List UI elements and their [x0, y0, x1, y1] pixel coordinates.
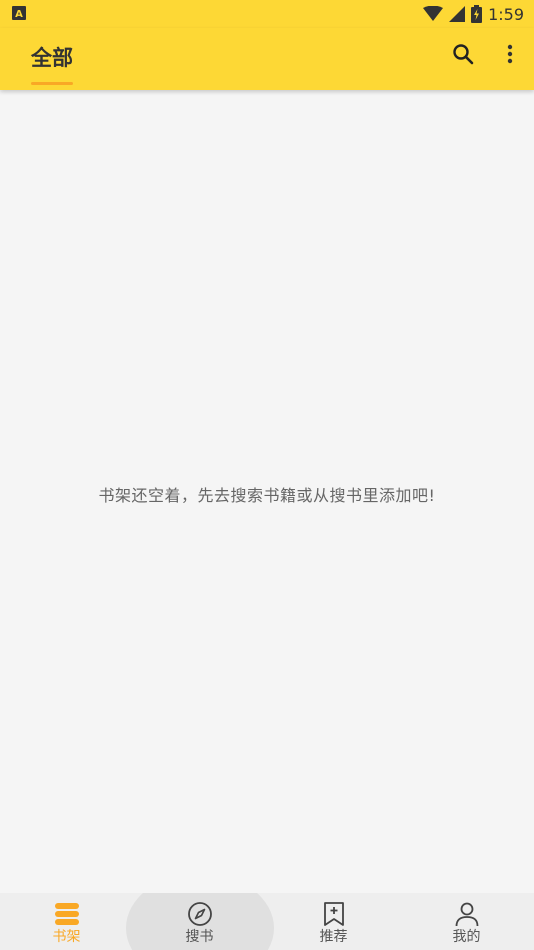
nav-label-recommend: 推荐: [319, 929, 348, 945]
status-time: 1:59: [488, 4, 524, 24]
svg-text:A: A: [15, 9, 23, 20]
status-indicators: 1:59: [423, 3, 524, 25]
bottom-nav: 书架 搜书 推荐 我的: [0, 893, 534, 950]
nav-label-mine: 我的: [452, 929, 481, 945]
a-badge-icon: A: [12, 6, 26, 20]
more-vert-icon: [507, 44, 513, 64]
search-button[interactable]: [449, 40, 477, 68]
bookmark-add-icon: [323, 902, 344, 926]
nav-label-bookshelf: 书架: [52, 929, 81, 945]
tab-indicator: [31, 82, 73, 85]
status-bar: A 1:59: [0, 0, 534, 28]
battery-charging-icon: [471, 5, 483, 23]
tab-all[interactable]: 全部: [31, 42, 75, 85]
nav-label-search-books: 搜书: [185, 929, 214, 945]
nav-item-mine[interactable]: 我的: [400, 893, 533, 950]
wifi-icon: [423, 6, 444, 21]
person-icon: [455, 902, 478, 927]
nav-item-bookshelf[interactable]: 书架: [0, 893, 133, 950]
more-options-button[interactable]: [498, 40, 522, 68]
app-bar: 全部: [0, 28, 534, 90]
nav-item-recommend[interactable]: 推荐: [267, 893, 400, 950]
tab-all-label: 全部: [31, 46, 73, 70]
bookshelf-icon: [54, 903, 79, 925]
signal-icon: [449, 6, 466, 22]
compass-icon: [187, 902, 212, 926]
search-icon: [453, 44, 474, 65]
empty-shelf-message: 书架还空着，先去搜索书籍或从搜书里添加吧!: [98, 486, 436, 505]
nav-item-search-books[interactable]: 搜书: [133, 893, 266, 950]
